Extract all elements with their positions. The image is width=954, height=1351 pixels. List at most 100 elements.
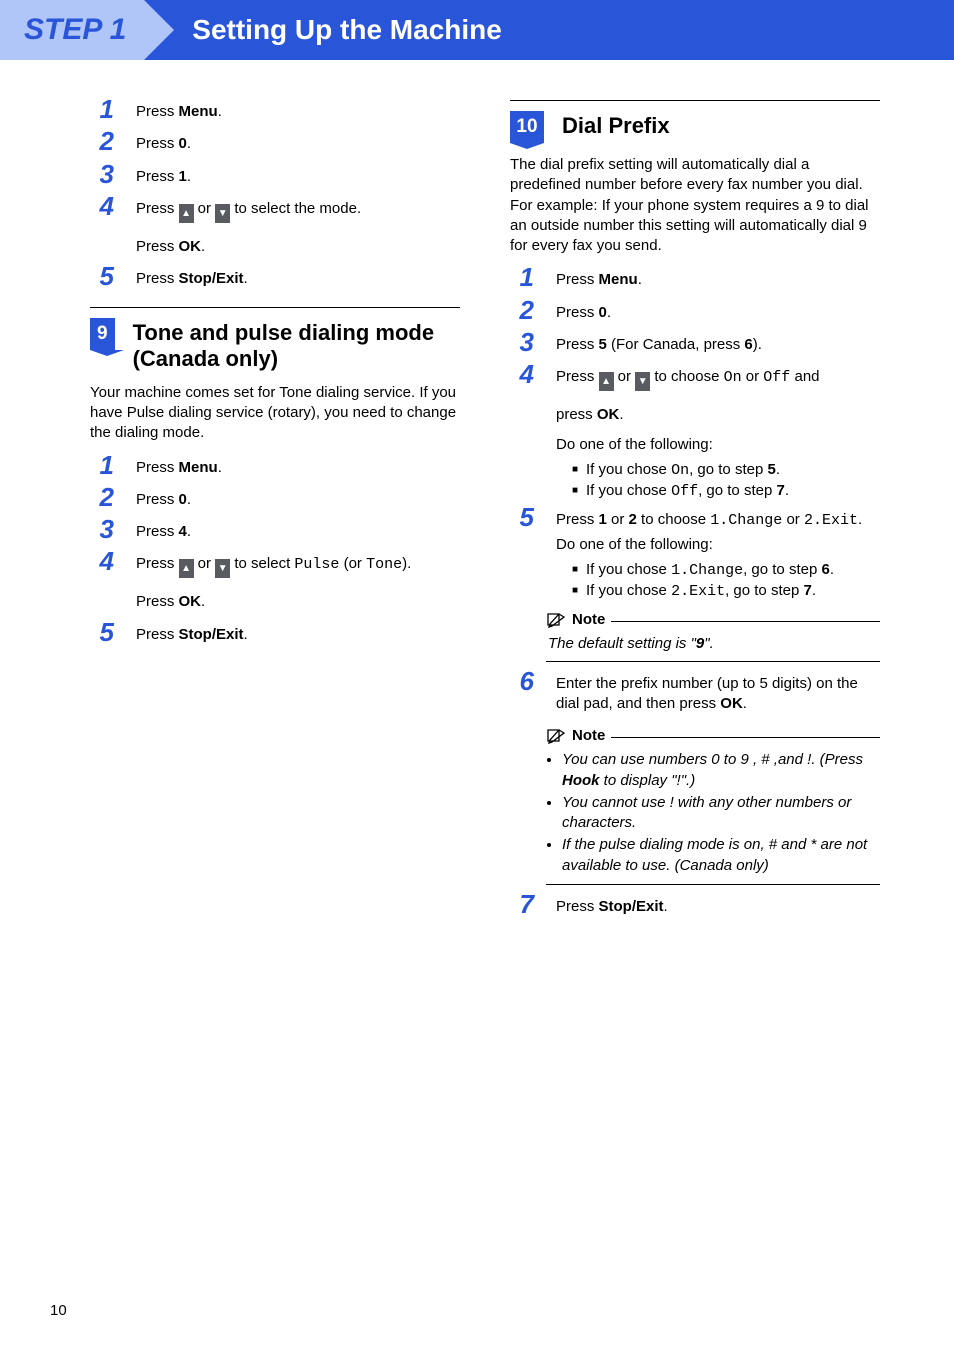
step-number: 4 — [90, 548, 114, 616]
page-header: STEP 1 Setting Up the Machine — [0, 0, 954, 60]
t: 2.Exit — [671, 583, 725, 600]
section-number: 10 — [510, 111, 544, 143]
t: . — [785, 482, 789, 499]
t: to select — [230, 555, 294, 572]
t: . — [218, 459, 222, 476]
t: Hook — [562, 772, 600, 789]
t: The default setting is " — [548, 635, 696, 652]
up-key-icon: ▲ — [599, 372, 614, 391]
t: On — [724, 369, 742, 386]
step-2: 2 Press 0. — [90, 132, 460, 158]
t: , go to step — [743, 561, 821, 578]
t: Press — [556, 271, 599, 288]
chevron-right-icon — [144, 0, 174, 60]
t: Press — [136, 491, 179, 508]
t: Do one of the following: — [556, 535, 880, 555]
section-number: 9 — [90, 318, 115, 350]
list-item: If you chose On, go to step 5. — [572, 460, 880, 481]
step-1: 1 Press Menu. — [90, 100, 460, 126]
t: to display "!".) — [600, 772, 696, 789]
step-number: 2 — [90, 128, 114, 158]
step-c1: 1 Press Menu. — [510, 268, 880, 294]
step-c2: 2 Press 0. — [510, 301, 880, 327]
t: Enter the prefix number (up to 5 digits)… — [556, 675, 858, 712]
step-number: 7 — [510, 891, 534, 921]
t: or — [607, 511, 629, 528]
t: Off — [763, 369, 790, 386]
t: Do one of the following: — [556, 435, 880, 455]
t: Stop/Exit — [599, 898, 664, 915]
t: If you chose — [586, 482, 671, 499]
t: . — [858, 511, 862, 528]
t: press — [556, 406, 597, 423]
step-b2: 2 Press 0. — [90, 488, 460, 514]
t: OK — [179, 238, 202, 255]
down-key-icon: ▼ — [635, 372, 650, 391]
list-item: You can use numbers 0 to 9 , # ,and !. (… — [562, 750, 878, 791]
step-c6: 6 Enter the prefix number (up to 5 digit… — [510, 672, 880, 719]
step-number: 3 — [90, 516, 114, 546]
t: 0 — [599, 304, 607, 321]
step-text: Press — [136, 135, 179, 152]
step-b1: 1 Press Menu. — [90, 456, 460, 482]
list-item: If the pulse dialing mode is on, # and *… — [562, 835, 878, 876]
pencil-note-icon — [546, 728, 566, 744]
t: or — [742, 368, 764, 385]
step-number: 2 — [90, 484, 114, 514]
t: and — [790, 368, 819, 385]
up-key-icon: ▲ — [179, 204, 194, 223]
t: OK — [720, 695, 743, 712]
t: 5 — [599, 336, 607, 353]
t: , go to step — [689, 461, 767, 478]
t: . — [664, 898, 668, 915]
step-c5: 5 Press 1 or 2 to choose 1.Change or 2.E… — [510, 508, 880, 602]
note-label: Note — [572, 610, 605, 630]
t: 6 — [821, 561, 829, 578]
list-item: If you chose 2.Exit, go to step 7. — [572, 581, 880, 602]
t: . — [743, 695, 747, 712]
t: 6 — [744, 336, 752, 353]
t: Press — [556, 304, 599, 321]
t: ". — [704, 635, 714, 652]
right-column: 10 Dial Prefix The dial prefix setting w… — [510, 100, 880, 927]
t: Press — [556, 898, 599, 915]
t: If you chose — [586, 561, 671, 578]
down-key-icon: ▼ — [215, 204, 230, 223]
t: You can use numbers 0 to 9 , # ,and !. (… — [562, 751, 863, 768]
t: 2 — [629, 511, 637, 528]
t: 1 — [599, 511, 607, 528]
step-after: . — [218, 103, 222, 120]
step-5: 5 Press Stop/Exit. — [90, 267, 460, 293]
step-4: 4 Press ▲ or ▼ to select the mode. Press… — [90, 197, 460, 261]
step-text: Press — [136, 168, 179, 185]
step-number: 1 — [90, 96, 114, 126]
t: Press — [136, 626, 179, 643]
step-number: 3 — [510, 329, 534, 359]
t: or — [782, 511, 804, 528]
step-after: . — [187, 168, 191, 185]
section-9-head: 9 Tone and pulse dialing mode (Canada on… — [90, 307, 460, 371]
page-number: 10 — [50, 1301, 67, 1321]
section-9-intro: Your machine comes set for Tone dialing … — [90, 383, 460, 444]
t: or — [614, 368, 636, 385]
step-number: 5 — [90, 619, 114, 649]
section-10-intro: The dial prefix setting will automatical… — [510, 155, 880, 256]
t: . — [244, 270, 248, 287]
t: On — [671, 462, 689, 479]
step-number: 4 — [90, 193, 114, 261]
step-b4: 4 Press ▲ or ▼ to select Pulse (or Tone)… — [90, 552, 460, 616]
t: (or — [339, 555, 366, 572]
up-key-icon: ▲ — [179, 559, 194, 578]
t: , go to step — [725, 582, 803, 599]
list-item: If you chose 1.Change, go to step 6. — [572, 560, 880, 581]
step-number: 1 — [90, 452, 114, 482]
t: . — [244, 626, 248, 643]
section-title: Dial Prefix — [562, 111, 670, 138]
t: to choose — [637, 511, 710, 528]
t: . — [187, 491, 191, 508]
step-b5: 5 Press Stop/Exit. — [90, 623, 460, 649]
list-item: If you chose Off, go to step 7. — [572, 481, 880, 502]
down-key-icon: ▼ — [215, 559, 230, 578]
step-bold: 0 — [179, 135, 187, 152]
step-after: . — [187, 135, 191, 152]
